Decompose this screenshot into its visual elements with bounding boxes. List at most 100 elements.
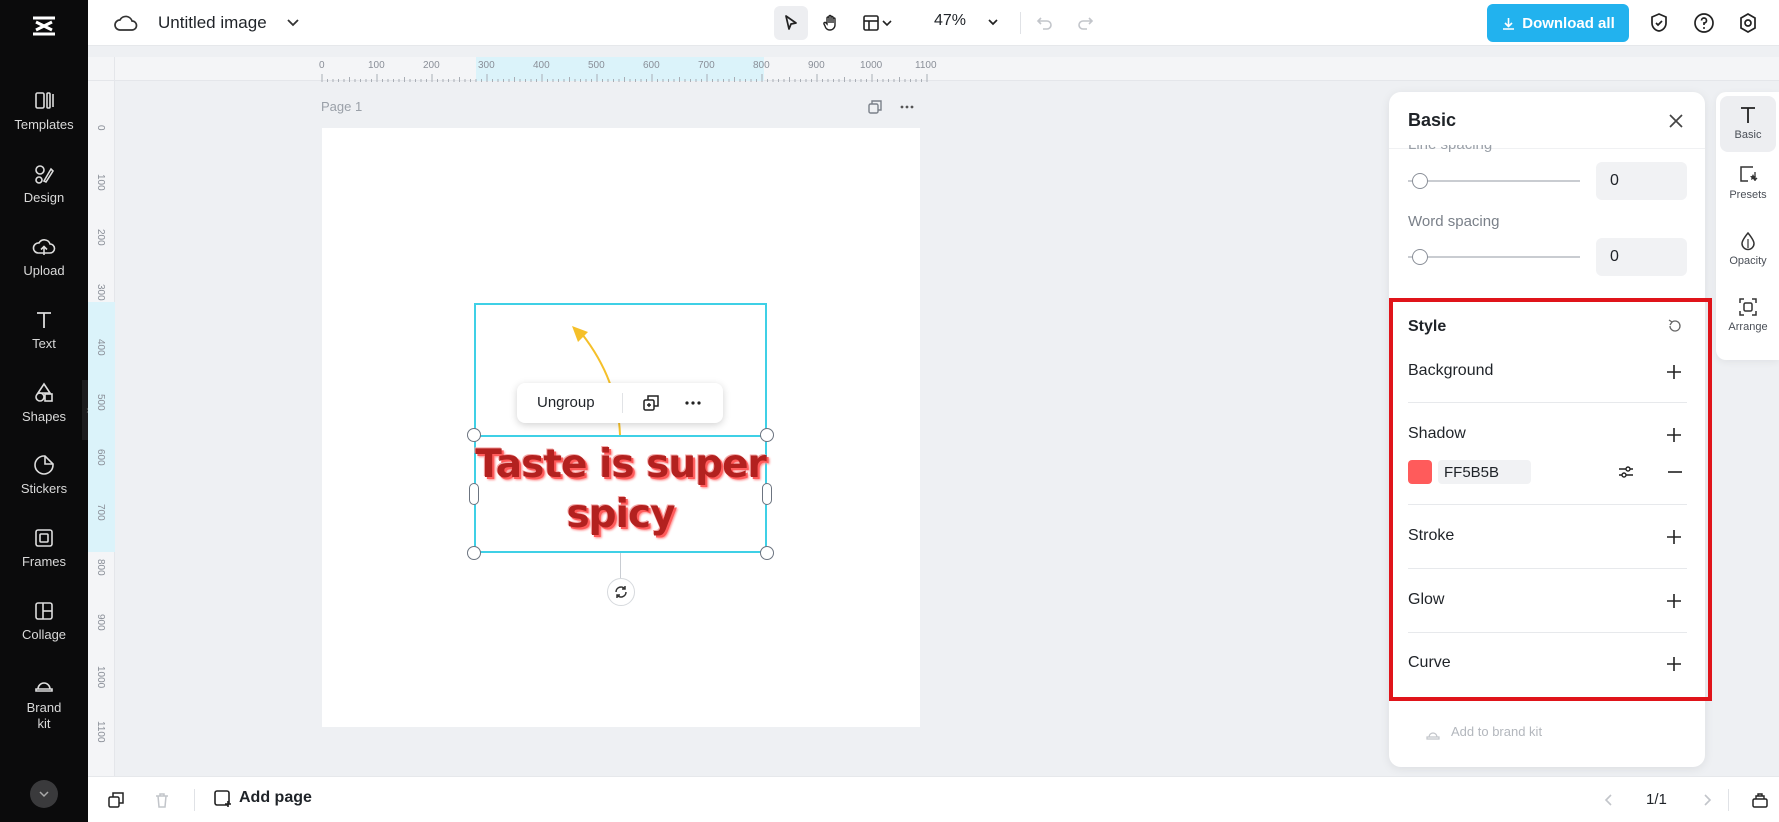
resize-handle-bottom-right[interactable] (760, 546, 774, 560)
sidebar-item-frames[interactable]: Frames (0, 525, 88, 569)
ruler-tick-label: 1100 (95, 721, 106, 743)
opacity-drop-icon (1741, 231, 1755, 251)
capcut-logo-icon[interactable] (27, 9, 61, 43)
ruler-tick-label: 0 (319, 60, 325, 71)
sidebar-item-label: Design (23, 190, 65, 205)
add-page-label: Add page (239, 789, 312, 806)
rail-item-label: Basic (1734, 129, 1762, 141)
panel-title: Basic (1408, 110, 1457, 130)
download-icon (1503, 17, 1515, 30)
pages-panel-icon[interactable] (1750, 790, 1770, 810)
sidebar-item-label: Templates (14, 117, 74, 132)
settings-gear-icon[interactable] (1736, 11, 1760, 35)
resize-handle-bottom-left[interactable] (467, 546, 481, 560)
line-spacing-label: Line spacing (1408, 136, 1493, 153)
ruler-tick-label: 900 (808, 60, 825, 71)
sidebar-item-design[interactable]: Design (0, 161, 88, 205)
sidebar-item-shapes[interactable]: Shapes (0, 380, 88, 424)
text-line: Taste is super (475, 442, 767, 487)
prev-page-chevron-icon[interactable] (1601, 790, 1617, 810)
presets-icon (1740, 166, 1758, 182)
sidebar-item-label: Brand kit (26, 700, 62, 731)
add-page-icon (214, 790, 231, 807)
sidebar-item-stickers[interactable]: Stickers (0, 452, 88, 496)
design-icon (31, 161, 57, 187)
ruler-tick-label: 300 (478, 60, 495, 71)
trash-icon[interactable] (152, 790, 172, 810)
page-more-icon[interactable] (898, 98, 916, 116)
ruler-tick-label: 800 (753, 60, 770, 71)
ungroup-button[interactable]: Ungroup (537, 394, 595, 411)
slider-knob[interactable] (1412, 249, 1428, 265)
word-spacing-input[interactable]: 0 (1596, 238, 1687, 276)
ruler-corner (88, 57, 115, 81)
sidebar-item-label: Shapes (21, 409, 67, 424)
select-tool-button[interactable] (774, 6, 808, 40)
chevron-down-icon[interactable] (284, 13, 302, 31)
ruler-tick-label: 0 (95, 125, 106, 131)
slider-track (1408, 256, 1580, 258)
download-all-button[interactable]: Download all (1487, 4, 1629, 42)
rail-item-basic[interactable]: Basic (1720, 96, 1776, 152)
sidebar-item-collage[interactable]: Collage (0, 598, 88, 642)
line-spacing-input[interactable]: 0 (1596, 162, 1687, 200)
duplicate-page-icon[interactable] (866, 98, 884, 116)
ruler-tick-label: 500 (588, 60, 605, 71)
rail-item-label: Arrange (1728, 321, 1768, 333)
rail-item-opacity[interactable]: Opacity (1720, 230, 1776, 267)
download-all-label: Download all (1522, 14, 1615, 32)
sidebar-item-brand-kit[interactable]: Brand kit (0, 671, 88, 732)
ruler-tick-label: 300 (95, 284, 106, 301)
sidebar-item-upload[interactable]: Upload (0, 234, 88, 278)
page-indicator: 1/1 (1646, 791, 1667, 808)
sidebar-item-text[interactable]: Text (0, 307, 88, 351)
chevron-down-icon (39, 791, 49, 798)
ruler-tick-label: 1100 (915, 60, 937, 71)
bottombar-divider (1728, 789, 1729, 811)
hand-tool-button[interactable] (814, 6, 848, 40)
slider-knob[interactable] (1412, 173, 1428, 189)
ruler-tick-label: 900 (95, 614, 106, 631)
line-spacing-slider[interactable] (1408, 171, 1580, 191)
toolbar-divider (622, 393, 623, 413)
duplicate-icon[interactable] (641, 393, 661, 413)
account-menu-button[interactable] (30, 780, 58, 808)
ruler-tick-label: 100 (95, 174, 106, 191)
ruler-tick-label: 100 (368, 60, 385, 71)
zoom-chevron-down-icon[interactable] (986, 15, 1000, 29)
chevron-down-icon (882, 20, 892, 27)
help-icon[interactable] (1692, 11, 1716, 35)
rotate-handle[interactable] (607, 578, 635, 606)
ruler-tick-label: 1000 (860, 60, 883, 71)
shapes-icon (31, 380, 57, 406)
hand-icon (823, 14, 836, 31)
ruler-tick-marks (321, 74, 928, 82)
undo-icon[interactable] (1034, 13, 1054, 33)
rail-item-arrange[interactable]: Arrange (1720, 296, 1776, 333)
close-icon[interactable] (1665, 110, 1687, 132)
redo-icon[interactable] (1076, 13, 1096, 33)
brand-kit-icon (31, 671, 57, 697)
next-page-chevron-icon[interactable] (1699, 790, 1715, 810)
cloud-icon[interactable] (114, 11, 138, 35)
ruler-tick-label: 700 (95, 504, 106, 521)
word-spacing-slider[interactable] (1408, 247, 1580, 267)
ruler-tick-label: 600 (95, 449, 106, 466)
ruler-tick-label: 200 (95, 229, 106, 246)
duplicate-page-icon[interactable] (106, 790, 126, 810)
text-element[interactable]: Taste is super spicy (474, 440, 767, 540)
layout-dropdown-button[interactable] (854, 6, 900, 40)
sidebar-item-label: Stickers (20, 481, 68, 496)
sidebar-item-templates[interactable]: Templates (0, 88, 88, 132)
text-t-icon (1741, 107, 1755, 123)
ruler-tick-label: 700 (698, 60, 715, 71)
document-title[interactable]: Untitled image (158, 13, 267, 33)
rotate-icon (615, 586, 627, 598)
zoom-level[interactable]: 47% (934, 12, 966, 30)
add-page-button[interactable]: Add page (213, 788, 312, 808)
more-options-icon[interactable] (683, 393, 703, 413)
add-to-brand-kit-button[interactable]: Add to brand kit (1451, 724, 1542, 739)
rail-item-presets[interactable]: Presets (1720, 164, 1776, 201)
floating-toolbar: Ungroup (517, 383, 723, 423)
shield-icon[interactable] (1647, 11, 1671, 35)
